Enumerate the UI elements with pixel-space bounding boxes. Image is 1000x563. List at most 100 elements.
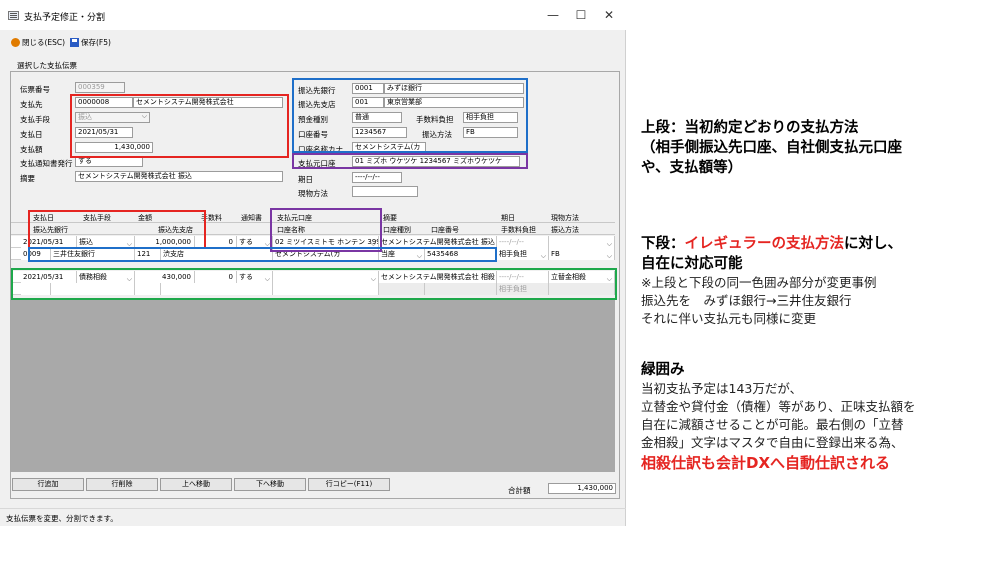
row2-bank[interactable] [21, 283, 51, 295]
due-method-label: 現物方法 [298, 189, 328, 198]
row2-cash-method[interactable]: 立替金相殺 [549, 271, 615, 283]
title-bar: 支払予定修正・分割 — ☐ ✕ [0, 0, 626, 30]
row2-account[interactable] [425, 283, 497, 295]
summary-input[interactable]: セメントシステム開発株式会社 振込 [75, 171, 283, 182]
branch-code-input[interactable]: 001 [352, 97, 384, 108]
row1-fee-side[interactable]: 相手負担 [497, 248, 549, 260]
bank-code-input[interactable]: 0001 [352, 83, 384, 94]
row2-transfer[interactable] [549, 283, 615, 295]
row1-amount[interactable]: 1,000,000 [135, 236, 195, 248]
row2-bank-name [51, 283, 135, 295]
grid-header-holder: 口座名称 [277, 226, 305, 234]
grid-header-notice: 通知書 [241, 214, 262, 222]
row2-notice[interactable]: する [237, 271, 273, 283]
grid-header-bank: 振込先銀行 [33, 226, 68, 234]
add-row-button[interactable]: 行追加 [12, 478, 84, 491]
row1-fee[interactable]: 0 [195, 236, 237, 248]
row2-amount[interactable]: 430,000 [135, 271, 195, 283]
row2-holder [273, 283, 379, 295]
row1-summary[interactable]: セメントシステム開発株式会社 振込 [379, 236, 497, 248]
app-window: 支払予定修正・分割 — ☐ ✕ 閉じる(ESC) 保存(F5) 選択した支払伝票… [0, 0, 626, 526]
row1-kind[interactable]: 当座 [379, 248, 425, 260]
transfer-field: FB [463, 127, 518, 138]
row2-kind[interactable] [379, 283, 425, 295]
lower-note-3: それに伴い支払元も同様に変更 [641, 311, 817, 326]
delete-row-button[interactable]: 行削除 [86, 478, 158, 491]
src-account-label: 支払元口座 [298, 159, 336, 168]
row1-notice[interactable]: する [237, 236, 273, 248]
amount-input[interactable]: 1,430,000 [75, 142, 153, 153]
row2-method[interactable]: 債務相殺 [77, 271, 135, 283]
row1-account[interactable]: 5435468 [425, 248, 497, 260]
table-row[interactable]: 2021/05/31 振込 1,000,000 0 する 02 ミツイスミトモ … [11, 236, 615, 248]
green-title: 緑囲み [641, 362, 685, 378]
method-label: 支払手段 [20, 115, 50, 124]
minimize-button[interactable]: — [540, 6, 566, 24]
grid-empty-area [11, 300, 615, 472]
row1-branch[interactable]: 121 [135, 248, 161, 260]
fee-label: 手数料負担 [416, 115, 454, 124]
table-row[interactable]: 相手負担 [11, 283, 615, 295]
fee-field: 相手負担 [463, 112, 518, 123]
close-button[interactable]: 閉じる(ESC) [11, 36, 65, 48]
lower-line-2: 自在に対応可能 [641, 256, 743, 272]
app-icon [8, 11, 19, 20]
annotation-upper: 上段：当初約定どおりの支払方法 （相手側振込先口座、自社側支払元口座 や、支払額… [641, 118, 991, 178]
row2-date[interactable]: 2021/05/31 [21, 271, 77, 283]
amount-label: 支払額 [20, 145, 43, 154]
row2-fee[interactable]: 0 [195, 271, 237, 283]
close-button-label: 閉じる(ESC) [22, 37, 66, 47]
deposit-field: 普通 [352, 112, 402, 123]
status-bar: 支払伝票を変更、分割できます。 [0, 508, 626, 526]
save-button[interactable]: 保存(F5) [70, 36, 111, 48]
row1-date[interactable]: 2021/05/31 [21, 236, 77, 248]
green-red-line: 相殺仕訳も会計DXへ自動仕訳される [641, 454, 891, 472]
payee-name-field: セメントシステム開発株式会社 [133, 97, 283, 108]
row1-due[interactable]: ----/--/-- [497, 236, 549, 248]
close-window-button[interactable]: ✕ [596, 6, 622, 24]
transfer-label: 振込方法 [422, 130, 452, 139]
move-up-button[interactable]: 上へ移動 [160, 478, 232, 491]
grid-header-row-1: 支払日 支払手段 金額 手数料 通知書 支払元口座 摘要 期日 現物方法 [11, 212, 615, 223]
grid-header-branch: 振込先支店 [158, 226, 193, 234]
row2-src[interactable] [273, 271, 379, 283]
row2-branch[interactable] [135, 283, 161, 295]
payee-code-input[interactable]: 0000008 [75, 97, 133, 108]
move-down-button[interactable]: 下へ移動 [234, 478, 306, 491]
row1-bank[interactable]: 0009 [21, 248, 51, 260]
row1-branch-name: 渋支店 [161, 248, 273, 260]
summary-label: 摘要 [20, 174, 35, 183]
total-field: 1,430,000 [548, 483, 616, 494]
row2-due[interactable]: ----/--/-- [497, 271, 549, 283]
maximize-button[interactable]: ☐ [568, 6, 594, 24]
grid-header-summary: 摘要 [383, 214, 397, 222]
row2-summary[interactable]: セメントシステム開発株式会社 相殺 [379, 271, 497, 283]
row1-method[interactable]: 振込 [77, 236, 135, 248]
table-row[interactable]: 2021/05/31 債務相殺 430,000 0 する セメントシステム開発株… [11, 271, 615, 283]
window-title: 支払予定修正・分割 [24, 13, 106, 23]
row2-branch-name [161, 283, 273, 295]
lower-note-2: 振込先を みずほ銀行→三井住友銀行 [641, 293, 852, 308]
copy-row-button[interactable]: 行コピー(F11) [308, 478, 390, 491]
grid-header-fee: 手数料 [201, 214, 222, 222]
row1-src[interactable]: 02 ミツイスミトモ ホンテン 3991931 [273, 236, 379, 248]
lower-note-1: ※上段と下段の同一色囲み部分が変更事例 [641, 275, 877, 290]
grid-header-transfer: 振込方法 [551, 226, 579, 234]
date-label: 支払日 [20, 130, 43, 139]
method-select[interactable]: 振込 [75, 112, 150, 123]
due-label: 期日 [298, 175, 313, 184]
row1-cash-method[interactable] [549, 236, 615, 248]
row2-fee-side[interactable]: 相手負担 [497, 283, 549, 295]
grid-header-kind: 口座種別 [383, 226, 411, 234]
upper-title: 上段：当初約定どおりの支払方法 [641, 120, 859, 136]
table-row[interactable]: 0009 三井住友銀行 121 渋支店 セメントシステム(カ 当座 543546… [11, 248, 615, 260]
grid-header-cash-method: 現物方法 [551, 214, 579, 222]
notice-select[interactable]: する [75, 156, 143, 167]
due-method-input[interactable] [352, 186, 418, 197]
row1-transfer[interactable]: FB [549, 248, 615, 260]
row1-bank-name: 三井住友銀行 [51, 248, 135, 260]
lower-red-text: イレギュラーの支払方法 [684, 236, 845, 252]
due-input[interactable]: ----/--/-- [352, 172, 402, 183]
branch-label: 振込先支店 [298, 100, 336, 109]
date-input[interactable]: 2021/05/31 [75, 127, 133, 138]
